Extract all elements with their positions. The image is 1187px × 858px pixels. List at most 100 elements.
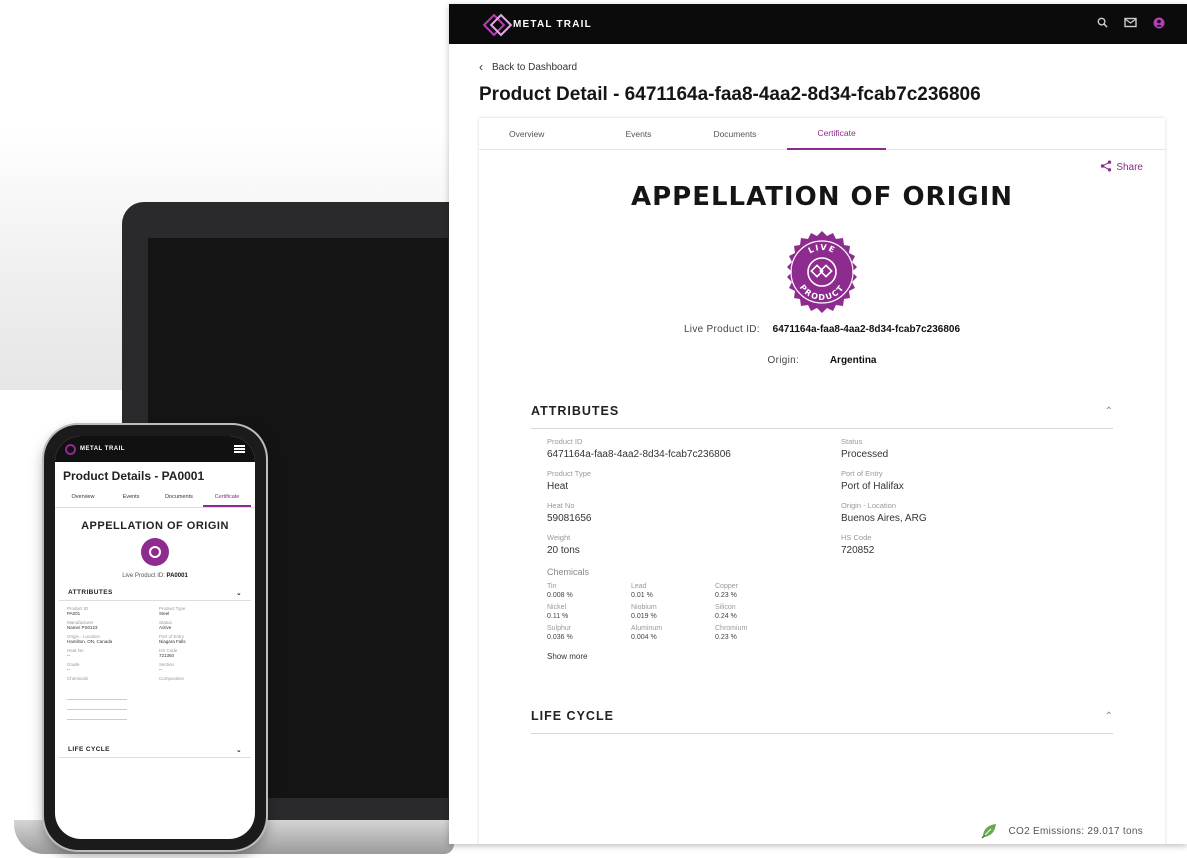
field-value: Active: [159, 625, 172, 630]
phone-lifecycle-title: LIFE CYCLE: [68, 746, 110, 753]
attribute-hs-code: HS Code 720852: [841, 533, 1097, 556]
chemicals-grid: Tin 0.008 % Lead 0.01 % Copper 0.23 % Nicke…: [531, 583, 1113, 646]
tab-certificate[interactable]: Certificate: [787, 118, 886, 150]
attribute-value: Heat: [547, 481, 569, 492]
phone-cert-heading: APPELLATION OF ORIGIN: [81, 520, 229, 532]
chemical-label: Silicon: [715, 604, 736, 611]
share-icon: [1100, 160, 1112, 175]
attribute-label: Weight: [547, 533, 571, 542]
phone-tab-events[interactable]: Events: [107, 489, 155, 507]
back-to-dashboard-link[interactable]: ‹ Back to Dashboard: [479, 60, 1187, 74]
phone-screen: METAL TRAIL Product Details - PA0001 Ove…: [55, 436, 255, 839]
lifecycle-section: LIFE CYCLE ⌃: [531, 709, 1113, 734]
chemical-value: 0.036 %: [547, 634, 573, 641]
live-product-badge: LIVE PRODUCT: [479, 230, 1165, 314]
phone-tabs: Overview Events Documents Certificate: [55, 489, 255, 508]
field-value: Niagara Falls: [159, 639, 186, 644]
phone-tab-overview[interactable]: Overview: [59, 489, 107, 507]
chemical-value: 0.11 %: [547, 613, 569, 620]
attributes-header[interactable]: ATTRIBUTES ⌃: [531, 404, 1113, 429]
attribute-value: 59081656: [547, 513, 592, 524]
chemical-item: Copper 0.23 %: [715, 583, 799, 599]
origin-row: Origin: Argentina: [479, 355, 1165, 366]
chevron-down-icon[interactable]: ⌄: [236, 746, 242, 754]
chemical-value: 0.004 %: [631, 634, 657, 641]
chemicals-label: Chemicals: [67, 676, 89, 681]
chemicals-title: Chemicals: [547, 567, 590, 577]
attribute-origin-location: Origin - Location Buenos Aires, ARG: [841, 501, 1097, 524]
phone-brand: METAL TRAIL: [80, 446, 125, 452]
attribute-heat-no: Heat No 59081656: [547, 501, 841, 524]
attribute-label: Product Type: [547, 469, 592, 478]
phone-tab-documents[interactable]: Documents: [155, 489, 203, 507]
leaf-icon: [981, 824, 997, 839]
chemical-value: 0.24 %: [715, 613, 737, 620]
tab-overview[interactable]: Overview: [479, 118, 594, 150]
composition-label: Composition: [159, 676, 185, 681]
phone-page-title: Product Details - PA0001: [63, 469, 205, 483]
phone-live-id-label: Live Product ID:: [122, 573, 165, 579]
hamburger-menu-icon[interactable]: [234, 445, 245, 453]
phone-attributes-grid: Product ID PA001 Product Type Steel Manufa…: [55, 601, 255, 686]
chevron-up-icon[interactable]: ⌃: [1105, 406, 1113, 417]
phone-attributes-title: ATTRIBUTES: [68, 589, 113, 596]
top-navbar: METAL TRAIL: [449, 4, 1187, 44]
chemical-value: 0.008 %: [547, 592, 573, 599]
user-icon[interactable]: [1153, 17, 1165, 32]
chemical-label: Copper: [715, 583, 738, 590]
chevron-up-icon[interactable]: ⌃: [1105, 711, 1113, 722]
tab-events[interactable]: Events: [594, 118, 682, 150]
phone-tab-certificate[interactable]: Certificate: [203, 489, 251, 507]
app-window: METAL TRAIL ‹ Back to Dashboard Product …: [449, 4, 1187, 844]
chemical-value: 0.019 %: [631, 613, 657, 620]
attribute-value: Port of Halifax: [841, 481, 904, 492]
field-value: --: [159, 667, 162, 672]
field-value: --: [67, 653, 70, 658]
search-icon[interactable]: [1097, 17, 1108, 31]
attribute-label: Heat No: [547, 501, 575, 510]
page-title: Product Detail - 6471164a-faa8-4aa2-8d34…: [479, 84, 981, 105]
phone-live-product-id: Live Product ID: PA0001: [55, 573, 255, 579]
attribute-label: Product ID: [547, 437, 583, 446]
chemical-item: Silicon 0.24 %: [715, 604, 799, 620]
chemical-value: 0.23 %: [715, 592, 737, 599]
certificate-heading: APPELLATION OF ORIGIN: [630, 182, 1014, 212]
field-value: Steel: [159, 611, 170, 616]
attribute-label: HS Code: [841, 533, 872, 542]
back-label: Back to Dashboard: [492, 61, 578, 73]
phone-chemical-lines: [55, 686, 255, 720]
field-value: --: [67, 667, 70, 672]
show-more-link[interactable]: Show more: [531, 646, 1113, 661]
share-label: Share: [1116, 162, 1143, 173]
origin-label: Origin:: [767, 355, 800, 366]
mail-icon[interactable]: [1124, 17, 1137, 31]
lifecycle-header[interactable]: LIFE CYCLE ⌃: [531, 709, 1113, 734]
attributes-section: ATTRIBUTES ⌃ Product ID 6471164a-faa8-4aa…: [531, 404, 1113, 661]
chemical-item: Niobium 0.019 %: [631, 604, 715, 620]
phone-attributes-header[interactable]: ATTRIBUTES ⌄: [59, 589, 251, 601]
divider: [67, 699, 127, 700]
phone-lifecycle-header[interactable]: LIFE CYCLE ⌄: [59, 746, 251, 758]
field-value: PA001: [67, 611, 81, 616]
phone-topbar: METAL TRAIL: [55, 436, 255, 462]
field-value: Hamilton, ON, Canada: [67, 639, 113, 644]
share-button[interactable]: Share: [1100, 160, 1143, 175]
certificate-card: Overview Events Documents Certificate Sh…: [479, 118, 1165, 844]
attribute-value: Buenos Aires, ARG: [841, 513, 927, 524]
co2-emissions: CO2 Emissions: 29.017 tons: [980, 822, 1143, 840]
chemical-value: 0.23 %: [715, 634, 737, 641]
attribute-product-id: Product ID 6471164a-faa8-4aa2-8d34-fcab7c…: [547, 437, 841, 460]
metal-trail-logo-icon[interactable]: [485, 13, 507, 35]
attribute-value: Processed: [841, 449, 889, 460]
chemical-item: Chromium 0.23 %: [715, 625, 799, 641]
attribute-value: 20 tons: [547, 545, 580, 556]
divider: [67, 719, 127, 720]
lifecycle-title: LIFE CYCLE: [531, 709, 614, 723]
chevron-down-icon[interactable]: ⌄: [236, 589, 242, 597]
origin-value: Argentina: [829, 355, 877, 366]
tab-documents[interactable]: Documents: [682, 118, 787, 150]
chemical-label: Tin: [547, 583, 557, 590]
chemical-value: 0.01 %: [631, 592, 653, 599]
phone-device: METAL TRAIL Product Details - PA0001 Ove…: [44, 425, 266, 850]
brand-name: METAL TRAIL: [513, 18, 592, 30]
